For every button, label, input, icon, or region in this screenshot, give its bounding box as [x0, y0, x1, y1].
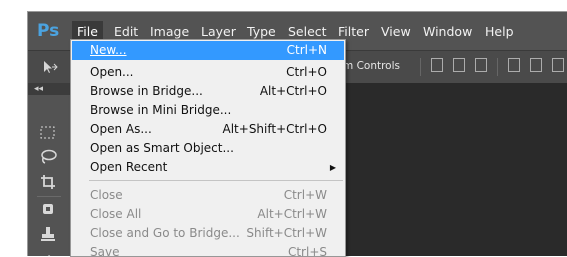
align-top-icon[interactable]	[431, 58, 443, 72]
menu-item-new[interactable]: New... Ctrl+N	[72, 41, 344, 60]
menu-item-close-and-go-to-bridge[interactable]: Close and Go to Bridge... Shift+Ctrl+W	[72, 224, 344, 243]
menu-item-shortcut: Ctrl+N	[286, 43, 327, 57]
menu-item-shortcut: Ctrl+W	[283, 188, 327, 202]
clone-stamp-tool-icon[interactable]	[38, 226, 58, 246]
menu-item-close-all[interactable]: Close All Alt+Ctrl+W	[72, 205, 344, 224]
align-hcenter-icon[interactable]	[530, 58, 542, 72]
menu-item-label: Open as Smart Object...	[90, 141, 234, 155]
move-tool-icon[interactable]	[42, 60, 58, 78]
align-vcenter-icon[interactable]	[453, 58, 465, 72]
menu-item-label: Open...	[90, 65, 134, 79]
menu-item-label: Close and Go to Bridge...	[90, 226, 240, 240]
menu-view[interactable]: View	[376, 22, 416, 42]
menu-divider	[89, 180, 343, 181]
menu-item-label: Browse in Bridge...	[90, 84, 203, 98]
align-left-icon[interactable]	[508, 58, 520, 72]
menu-help[interactable]: Help	[480, 22, 519, 42]
menu-item-shortcut: Shift+Ctrl+W	[246, 226, 327, 240]
crop-tool-icon[interactable]	[38, 174, 58, 194]
marquee-tool-icon[interactable]	[38, 125, 58, 145]
menu-item-label: Open Recent	[90, 160, 168, 174]
submenu-arrow-icon: ▶	[329, 163, 336, 172]
divider	[497, 58, 498, 76]
menu-item-shortcut: Alt+Ctrl+O	[259, 84, 327, 98]
align-icons-group	[420, 58, 564, 76]
menu-window[interactable]: Window	[418, 22, 477, 42]
panel-collapse-button[interactable]: ◂◂	[28, 83, 73, 95]
photoshop-logo: Ps	[37, 21, 60, 41]
menu-item-browse-in-bridge[interactable]: Browse in Bridge... Alt+Ctrl+O	[72, 82, 344, 101]
align-right-icon[interactable]	[552, 58, 564, 72]
divider	[37, 196, 61, 197]
menu-item-open-as[interactable]: Open As... Alt+Shift+Ctrl+O	[72, 120, 344, 139]
lasso-tool-icon[interactable]	[38, 149, 58, 169]
menu-item-browse-in-mini-bridge[interactable]: Browse in Mini Bridge...	[72, 101, 344, 120]
menu-item-close[interactable]: Close Ctrl+W	[72, 186, 344, 205]
menu-item-label: New...	[90, 43, 127, 57]
menu-item-label: Close All	[90, 207, 142, 221]
align-bottom-icon[interactable]	[475, 58, 487, 72]
menu-item-label: Close	[90, 188, 123, 202]
file-menu-dropdown: New... Ctrl+N Open... Ctrl+O Browse in B…	[70, 39, 346, 257]
menu-item-label: Browse in Mini Bridge...	[90, 103, 232, 117]
menu-item-shortcut: Alt+Ctrl+W	[257, 207, 327, 221]
menu-item-open[interactable]: Open... Ctrl+O	[72, 63, 344, 82]
tools-panel	[28, 95, 71, 256]
menu-item-shortcut: Ctrl+O	[286, 65, 327, 79]
menu-item-label: Open As...	[90, 122, 152, 136]
transform-controls-label: m Controls	[343, 60, 400, 72]
healing-brush-tool-icon[interactable]	[38, 201, 58, 221]
divider	[420, 58, 421, 76]
menu-item-shortcut: Alt+Shift+Ctrl+O	[222, 122, 327, 136]
menu-item-open-as-smart-object[interactable]: Open as Smart Object...	[72, 139, 344, 158]
menu-item-open-recent[interactable]: Open Recent ▶	[72, 158, 344, 177]
